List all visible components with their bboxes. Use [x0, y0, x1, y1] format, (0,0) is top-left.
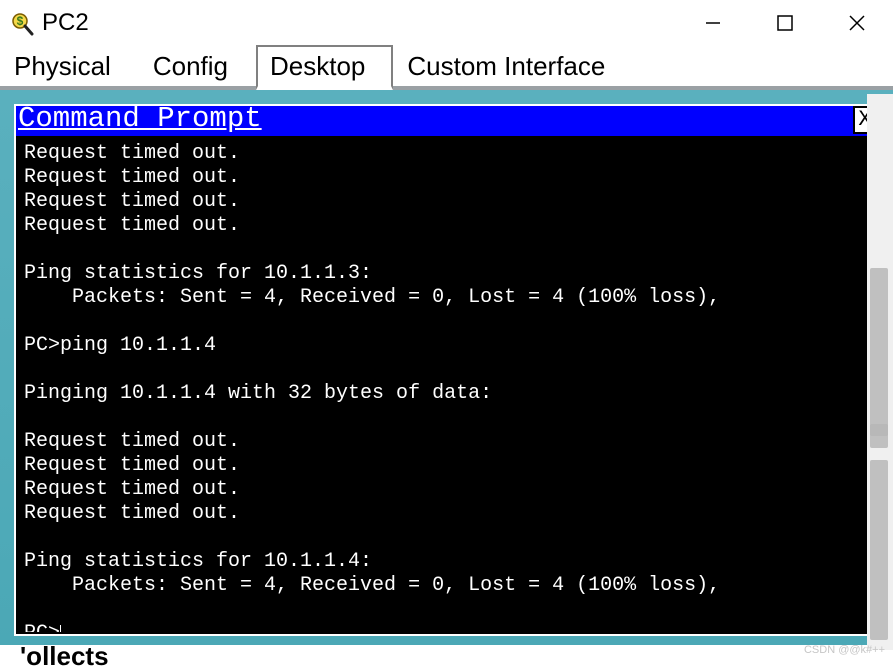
- tab-desktop[interactable]: Desktop: [256, 45, 393, 90]
- tab-strip: Physical Config Desktop Custom Interface: [0, 46, 893, 90]
- command-prompt-window: Command Prompt X Request timed out. Requ…: [14, 104, 879, 636]
- window-titlebar: $ PC2: [0, 0, 893, 46]
- minimize-button[interactable]: [677, 0, 749, 46]
- window-controls: [677, 0, 893, 46]
- cutoff-text: 'ollects: [20, 641, 109, 672]
- desktop-surface: Command Prompt X Request timed out. Requ…: [0, 90, 893, 645]
- command-prompt-terminal[interactable]: Request timed out. Request timed out. Re…: [16, 136, 877, 634]
- tab-custom-interface[interactable]: Custom Interface: [393, 45, 633, 88]
- scrollbar-thumb[interactable]: [870, 460, 888, 640]
- command-prompt-title-text: Command Prompt: [18, 106, 262, 135]
- watermark-text: CSDN @@k#++: [804, 644, 885, 656]
- tab-physical[interactable]: Physical: [0, 45, 139, 88]
- terminal-cursor: [60, 625, 61, 634]
- scrollbar-thumb[interactable]: [870, 424, 888, 436]
- window-title: PC2: [42, 9, 89, 37]
- svg-text:$: $: [17, 14, 24, 28]
- tab-config[interactable]: Config: [139, 45, 256, 88]
- app-icon: $: [8, 10, 34, 36]
- close-button[interactable]: [821, 0, 893, 46]
- maximize-button[interactable]: [749, 0, 821, 46]
- terminal-output: Request timed out. Request timed out. Re…: [24, 142, 720, 634]
- window-scrollbar[interactable]: [867, 94, 893, 650]
- command-prompt-titlebar[interactable]: Command Prompt X: [16, 106, 877, 136]
- scrollbar-thumb[interactable]: [870, 268, 888, 448]
